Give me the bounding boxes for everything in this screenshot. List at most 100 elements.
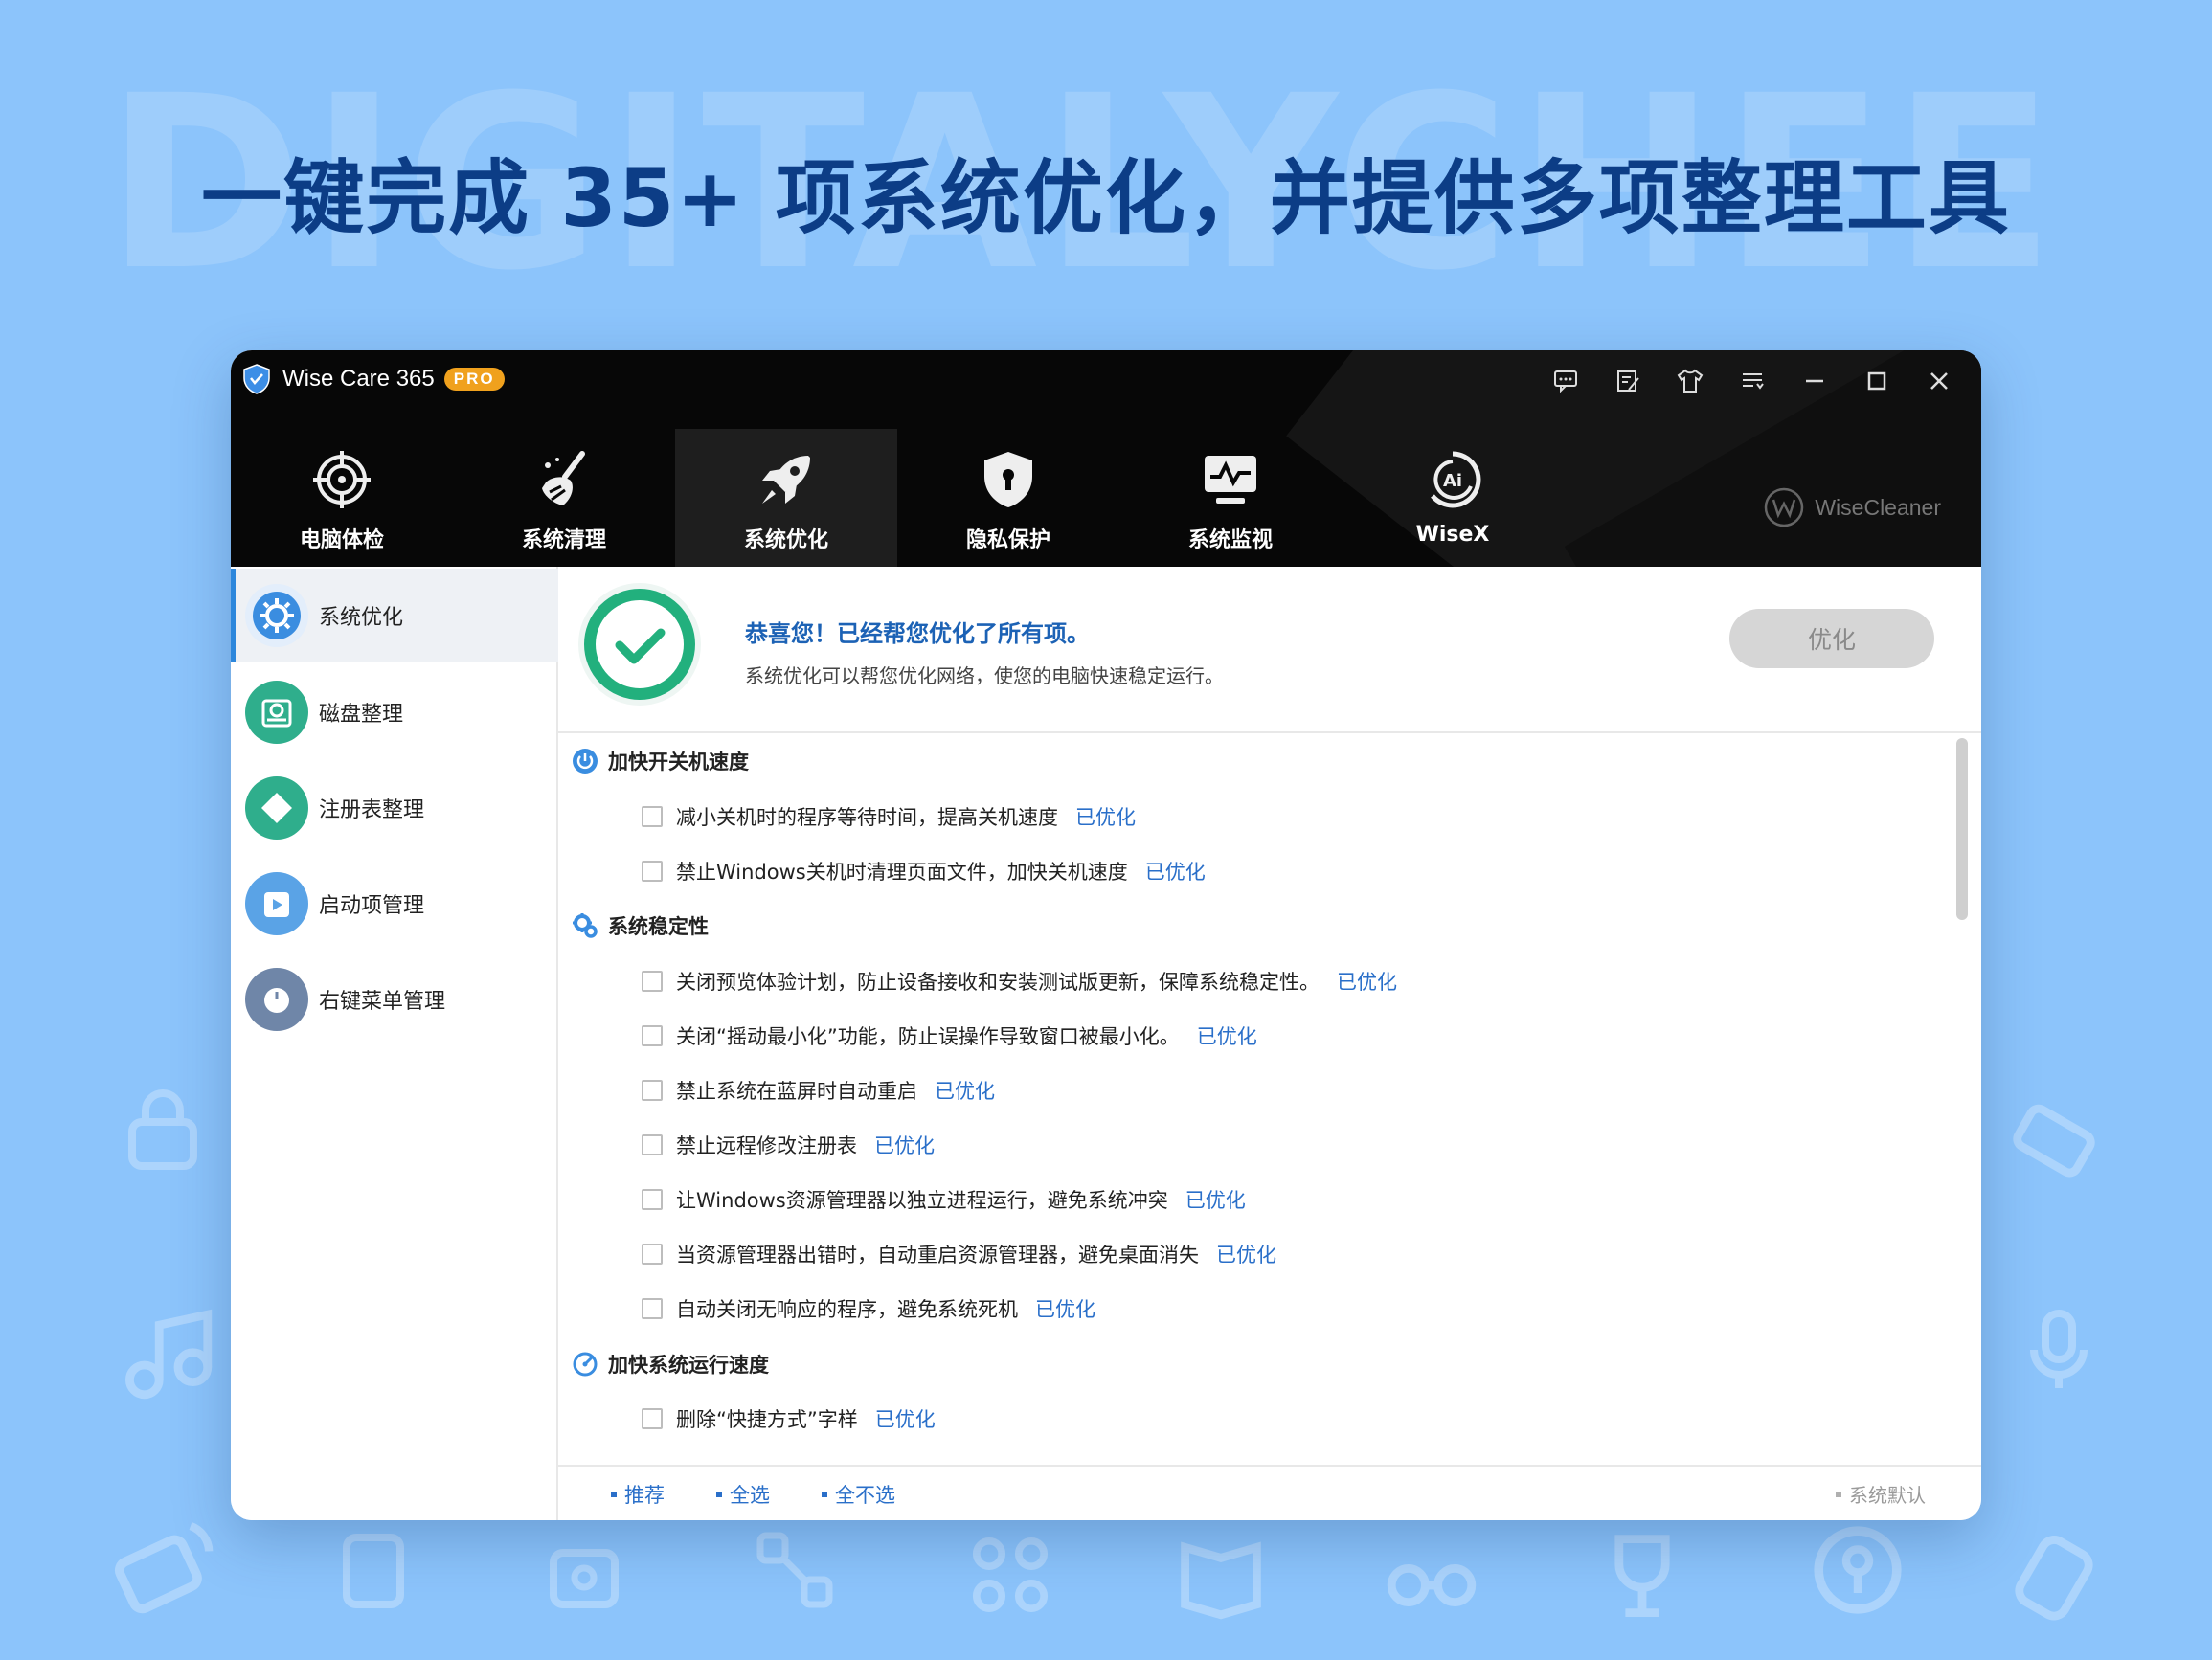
gear-icon	[245, 584, 308, 647]
item-text: 当资源管理器出错时，自动重启资源管理器，避免桌面消失	[676, 1244, 1199, 1267]
list-item: 禁止系统在蓝屏时自动重启 已优化	[642, 1076, 995, 1105]
tab-label: 系统优化	[743, 528, 828, 552]
list-item: 删除“快捷方式”字样 已优化	[642, 1404, 936, 1433]
skin-icon[interactable]	[1669, 364, 1711, 398]
book-deco-icon	[1181, 1541, 1261, 1620]
card-deco-icon	[343, 1534, 404, 1608]
tab-label: 系统监视	[1187, 528, 1273, 552]
item-status: 已优化	[874, 1408, 936, 1431]
svg-text:Ai: Ai	[1443, 471, 1462, 491]
item-checkbox[interactable]	[642, 1025, 663, 1046]
item-text: 禁止远程修改注册表	[676, 1134, 857, 1157]
tab-label: 系统清理	[521, 528, 606, 552]
bag-deco-icon	[550, 1549, 619, 1608]
optimize-button[interactable]: 优化	[1729, 609, 1934, 668]
menu-icon[interactable]	[1731, 364, 1773, 398]
wisecleaner-label: WiseCleaner	[1815, 494, 1941, 520]
select-all-link[interactable]: 全选	[716, 1480, 770, 1509]
section-header: 加快系统运行速度	[572, 1350, 769, 1379]
rocket-icon	[762, 456, 810, 504]
key-deco-icon	[1814, 1526, 1902, 1614]
item-checkbox[interactable]	[642, 971, 663, 992]
gears-icon	[573, 913, 598, 938]
list-item: 当资源管理器出错时，自动重启资源管理器，避免桌面消失 已优化	[642, 1240, 1276, 1268]
mic-deco-icon	[2030, 1310, 2088, 1388]
item-checkbox[interactable]	[642, 806, 663, 827]
sidebar-item-disk-defrag[interactable]: 磁盘整理	[231, 665, 556, 759]
main-nav: 电脑体检 系统清理 系统优化 隐私保护 系统监视 Ai WiseX	[231, 429, 1564, 567]
close-icon[interactable]	[1918, 364, 1960, 398]
mouse-icon	[245, 968, 308, 1031]
music-deco-icon	[125, 1309, 213, 1400]
tab-system-monitor[interactable]: 系统监视	[1119, 429, 1342, 567]
item-checkbox[interactable]	[642, 1080, 663, 1101]
sidebar: 系统优化 磁盘整理 注册表整理 启动项管理 右键菜单管理	[231, 567, 561, 1520]
item-status: 已优化	[1216, 1244, 1276, 1267]
sidebar-item-context-menu[interactable]: 右键菜单管理	[231, 953, 556, 1046]
item-checkbox[interactable]	[642, 1134, 663, 1155]
maximize-icon[interactable]	[1856, 364, 1898, 398]
optimization-list: 加快开关机速度 减小关机时的程序等待时间，提高关机速度 已优化 禁止Window…	[558, 733, 1981, 1465]
item-status: 已优化	[1075, 806, 1136, 829]
tab-pc-checkup[interactable]: 电脑体检	[231, 429, 453, 567]
sidebar-item-label: 启动项管理	[319, 894, 425, 918]
sidebar-item-system-optimize[interactable]: 系统优化	[231, 569, 561, 662]
item-checkbox[interactable]	[642, 1408, 663, 1429]
target-icon	[313, 451, 371, 508]
item-status: 已优化	[1337, 971, 1397, 994]
sidebar-item-label: 磁盘整理	[319, 703, 404, 727]
tab-privacy[interactable]: 隐私保护	[897, 429, 1119, 567]
item-text: 自动关闭无响应的程序，避免系统死机	[676, 1298, 1018, 1321]
app-window: Wise Care 365 PRO 电脑体检 系统清理 系统优化 隐私保护 系统…	[231, 350, 1981, 1520]
section-title: 系统稳定性	[608, 915, 709, 938]
title-and-nav-bar: Wise Care 365 PRO 电脑体检 系统清理 系统优化 隐私保护 系统…	[231, 350, 1981, 567]
item-text: 禁止系统在蓝屏时自动重启	[676, 1080, 917, 1103]
item-text: 减小关机时的程序等待时间，提高关机速度	[676, 806, 1058, 829]
pro-badge: PRO	[443, 368, 505, 391]
item-checkbox[interactable]	[642, 1244, 663, 1265]
sidebar-item-label: 右键菜单管理	[319, 990, 446, 1014]
select-none-label: 全不选	[835, 1484, 895, 1507]
page-headline: 一键完成 35+ 项系统优化，并提供多项整理工具	[201, 151, 2011, 245]
item-checkbox[interactable]	[642, 861, 663, 882]
ai-icon: Ai	[1431, 451, 1481, 508]
tag-deco-icon	[2015, 1536, 2093, 1621]
privacy-shield-icon	[984, 452, 1032, 507]
select-none-link[interactable]: 全不选	[822, 1480, 895, 1509]
item-status: 已优化	[935, 1080, 995, 1103]
tab-label: 隐私保护	[965, 528, 1050, 552]
item-text: 关闭“摇动最小化”功能，防止误操作导致窗口被最小化。	[676, 1025, 1180, 1048]
sidebar-item-registry-clean[interactable]: 注册表整理	[231, 761, 556, 855]
list-scrollbar[interactable]	[1956, 738, 1968, 920]
tab-system-optimize[interactable]: 系统优化	[675, 429, 897, 567]
startup-icon	[245, 872, 308, 935]
section-header: 系统稳定性	[572, 911, 709, 940]
cmd-deco-icon	[972, 1537, 1049, 1613]
sidebar-item-startup-manager[interactable]: 启动项管理	[231, 857, 556, 951]
app-brand: Wise Care 365 PRO	[242, 360, 505, 398]
item-text: 删除“快捷方式”字样	[676, 1408, 858, 1431]
feedback-icon[interactable]	[1545, 364, 1587, 398]
recommend-link[interactable]: 推荐	[611, 1480, 665, 1509]
list-item: 关闭预览体验计划，防止设备接收和安装测试版更新，保障系统稳定性。 已优化	[642, 967, 1397, 996]
section-title: 加快系统运行速度	[608, 1354, 769, 1377]
power-icon	[573, 749, 598, 774]
list-item: 减小关机时的程序等待时间，提高关机速度 已优化	[642, 802, 1136, 831]
wisecleaner-logo: WiseCleaner	[1763, 486, 1941, 528]
minimize-icon[interactable]	[1794, 364, 1836, 398]
system-default-link[interactable]: 系统默认	[1836, 1480, 1926, 1508]
item-text: 关闭预览体验计划，防止设备接收和安装测试版更新，保障系统稳定性。	[676, 971, 1320, 994]
item-checkbox[interactable]	[642, 1189, 663, 1210]
item-checkbox[interactable]	[642, 1298, 663, 1319]
success-check-icon	[578, 583, 701, 706]
note-icon[interactable]	[1607, 364, 1649, 398]
tab-system-clean[interactable]: 系统清理	[453, 429, 675, 567]
item-status: 已优化	[1185, 1189, 1246, 1212]
section-header: 加快开关机速度	[572, 747, 749, 775]
list-item: 自动关闭无响应的程序，避免系统死机 已优化	[642, 1294, 1095, 1323]
tab-label: WiseX	[1415, 523, 1490, 547]
registry-icon	[245, 776, 308, 840]
list-footer: 推荐 全选 全不选 系统默认	[558, 1465, 1981, 1520]
system-default-label: 系统默认	[1849, 1484, 1926, 1507]
tab-wisex[interactable]: Ai WiseX	[1342, 429, 1564, 567]
